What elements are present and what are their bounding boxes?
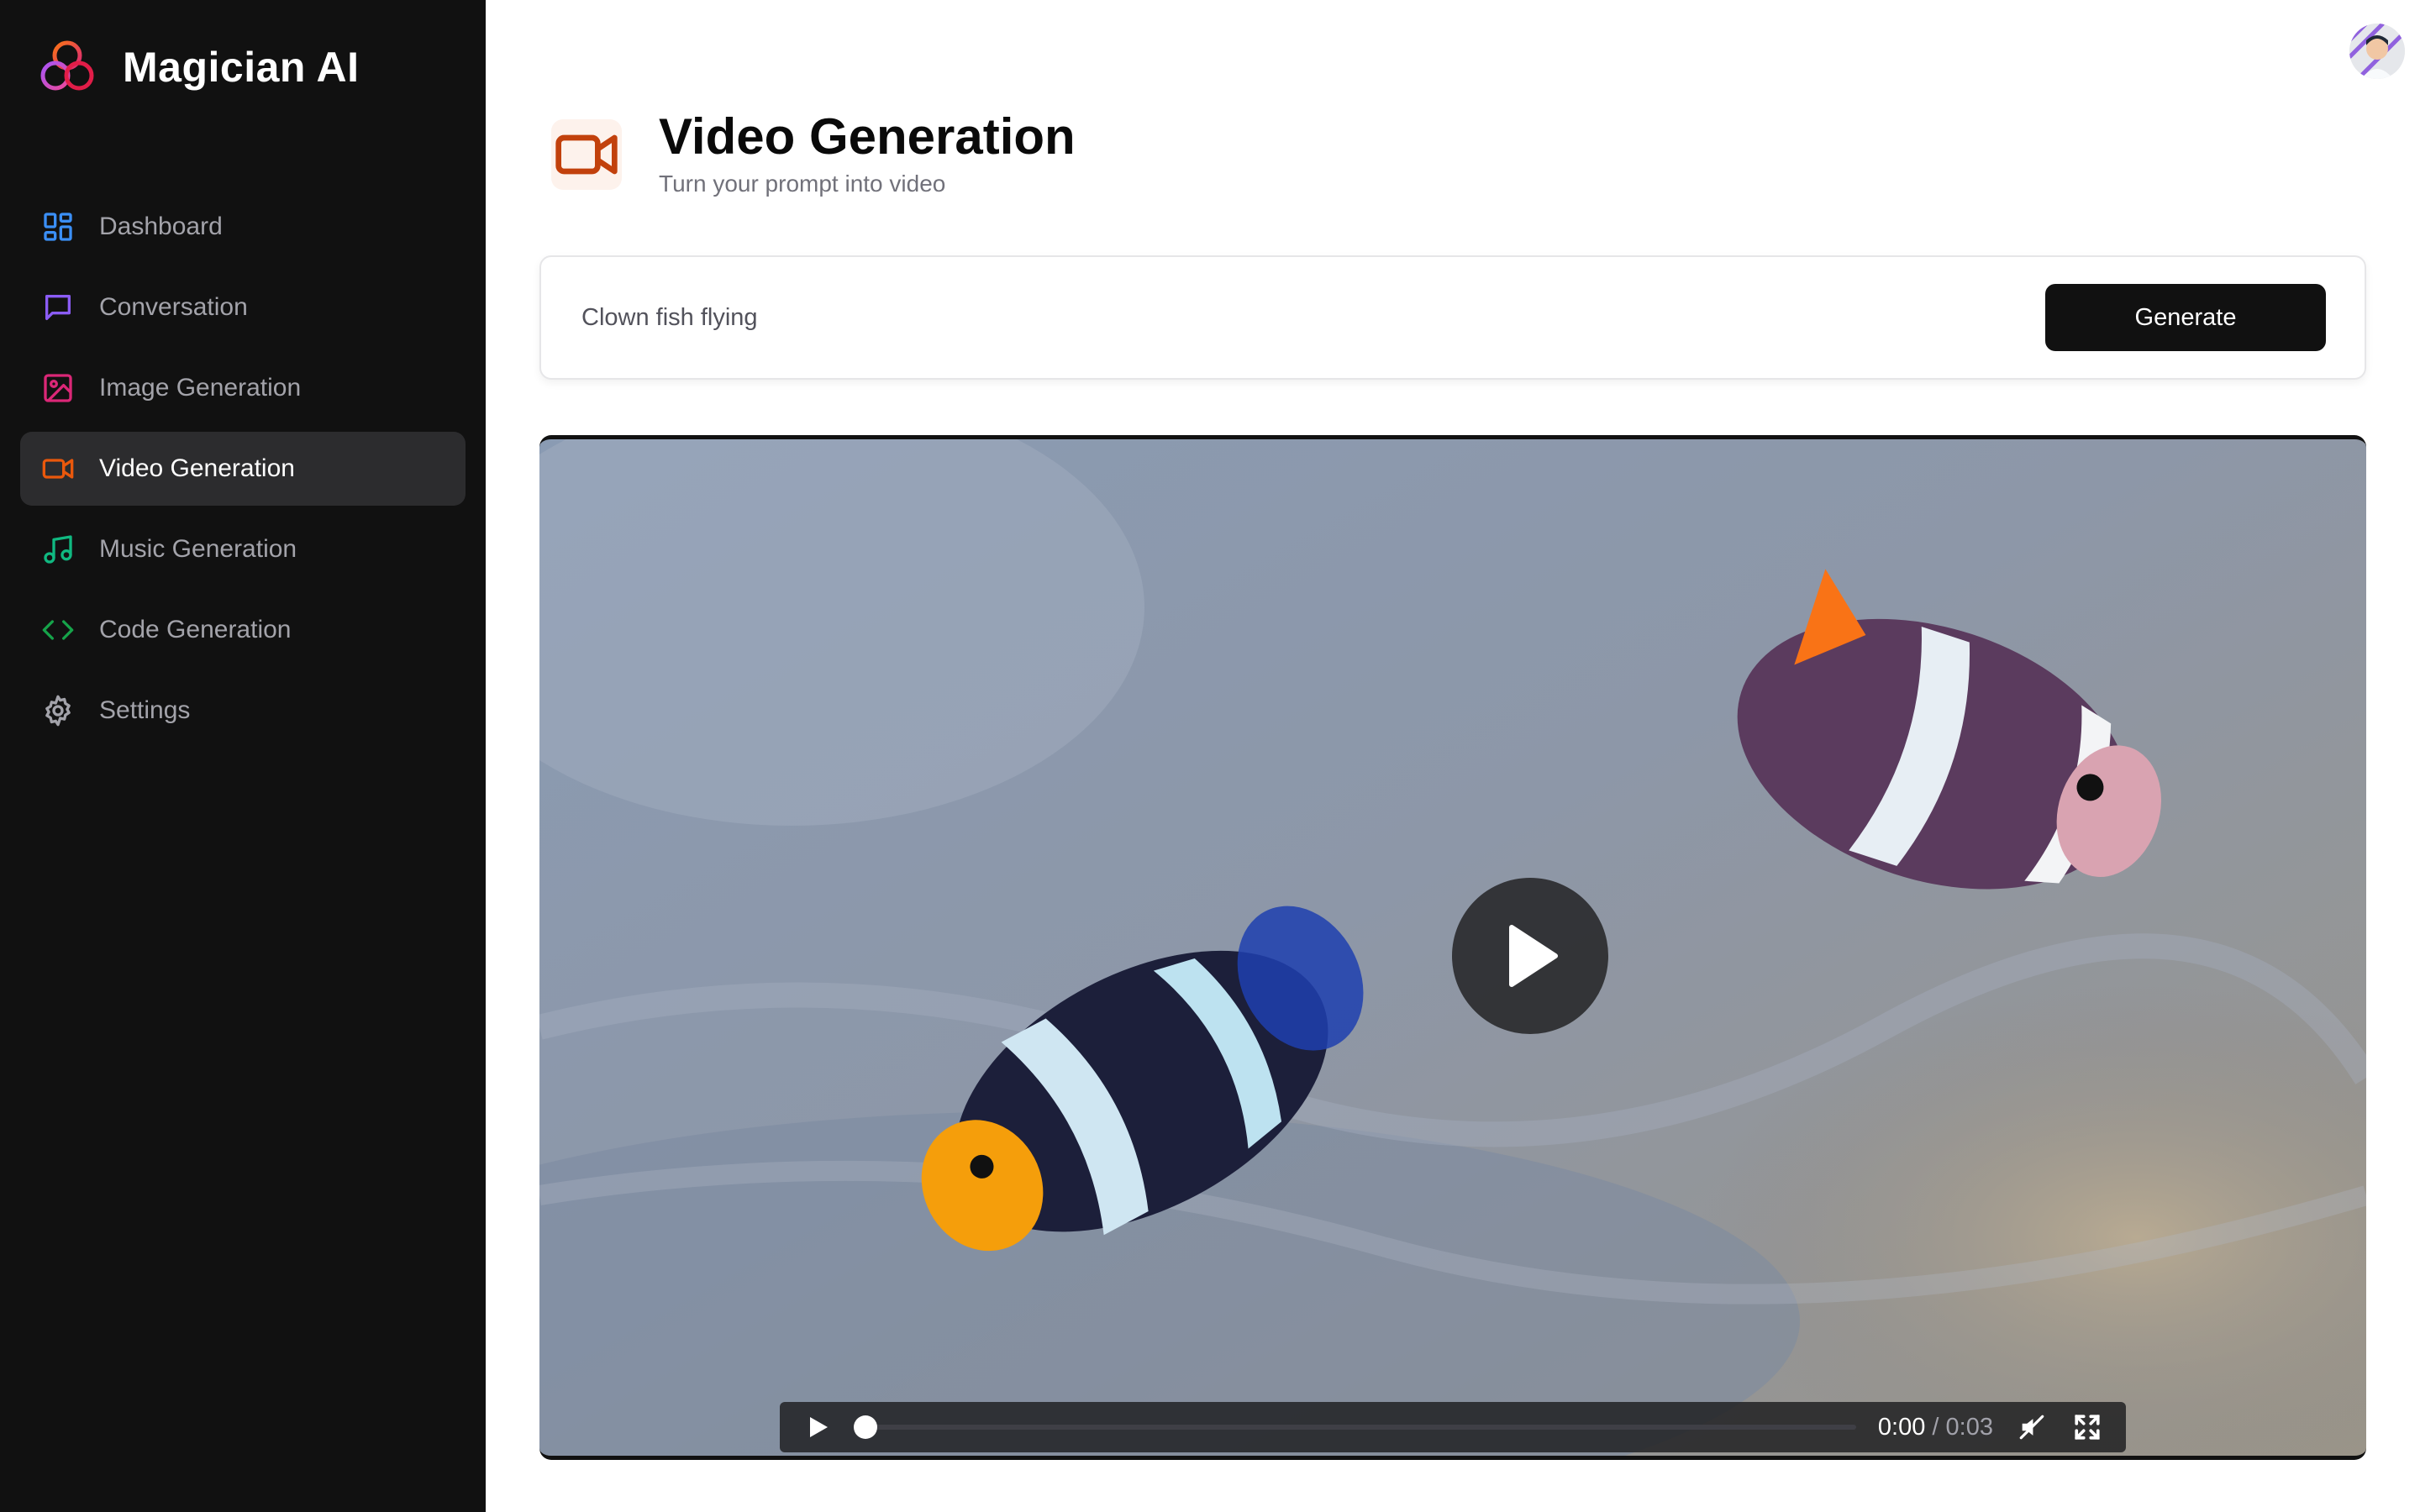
progress-thumb[interactable] <box>854 1415 877 1439</box>
sidebar-item-label: Video Generation <box>99 454 295 482</box>
sidebar-item-code-generation[interactable]: Code Generation <box>20 593 466 667</box>
video-icon <box>40 451 76 486</box>
mute-button[interactable] <box>2015 1410 2049 1444</box>
play-icon <box>1509 925 1558 987</box>
sidebar-item-label: Code Generation <box>99 616 292 643</box>
play-icon <box>810 1417 828 1437</box>
sidebar-item-label: Image Generation <box>99 374 302 402</box>
sidebar-nav: Dashboard Conversation Image Generation … <box>20 190 466 754</box>
sidebar: Magician AI Dashboard Conversation Image… <box>0 0 486 1512</box>
page-subtitle: Turn your prompt into video <box>659 171 946 197</box>
sidebar-item-label: Dashboard <box>99 213 223 240</box>
brand-logo-icon <box>40 40 94 91</box>
user-avatar[interactable] <box>2349 24 2405 79</box>
code-icon <box>40 612 76 648</box>
page-title: Video Generation <box>659 108 1076 165</box>
app-root: Magician AI Dashboard Conversation Image… <box>0 0 2420 1512</box>
video-player[interactable]: 0:00 / 0:03 <box>539 435 2366 1460</box>
prompt-form: Generate <box>539 255 2366 380</box>
brand[interactable]: Magician AI <box>37 37 359 97</box>
sidebar-item-music-generation[interactable]: Music Generation <box>20 512 466 586</box>
sidebar-item-dashboard[interactable]: Dashboard <box>20 190 466 264</box>
chat-icon <box>40 290 76 325</box>
video-icon <box>551 119 622 190</box>
time-display: 0:00 / 0:03 <box>1878 1414 1993 1441</box>
player-controls: 0:00 / 0:03 <box>780 1402 2126 1452</box>
prompt-input[interactable] <box>581 303 2010 332</box>
duration: 0:03 <box>1945 1413 1993 1441</box>
sidebar-item-label: Settings <box>99 696 191 724</box>
dashboard-icon <box>40 209 76 244</box>
image-icon <box>40 370 76 406</box>
main-content: Video Generation Turn your prompt into v… <box>486 0 2420 1512</box>
progress-slider[interactable] <box>854 1415 1856 1439</box>
current-time: 0:00 <box>1877 1413 1926 1441</box>
fullscreen-icon <box>2075 1415 2100 1440</box>
sidebar-item-conversation[interactable]: Conversation <box>20 270 466 344</box>
brand-name: Magician AI <box>123 44 360 91</box>
big-play-button[interactable] <box>1452 878 1608 1034</box>
sidebar-item-video-generation[interactable]: Video Generation <box>20 432 466 506</box>
gear-icon <box>40 693 76 728</box>
sidebar-item-settings[interactable]: Settings <box>20 674 466 748</box>
time-separator: / <box>1932 1413 1939 1441</box>
muted-speaker-icon <box>2019 1415 2044 1440</box>
page-header: Video Generation Turn your prompt into v… <box>551 108 1076 197</box>
avatar-image <box>2349 24 2405 79</box>
generate-button[interactable]: Generate <box>2045 284 2326 351</box>
sidebar-item-image-generation[interactable]: Image Generation <box>20 351 466 425</box>
fullscreen-button[interactable] <box>2070 1410 2104 1444</box>
music-icon <box>40 532 76 567</box>
sidebar-item-label: Music Generation <box>99 535 297 563</box>
sidebar-item-label: Conversation <box>99 293 248 321</box>
play-button[interactable] <box>802 1410 835 1444</box>
